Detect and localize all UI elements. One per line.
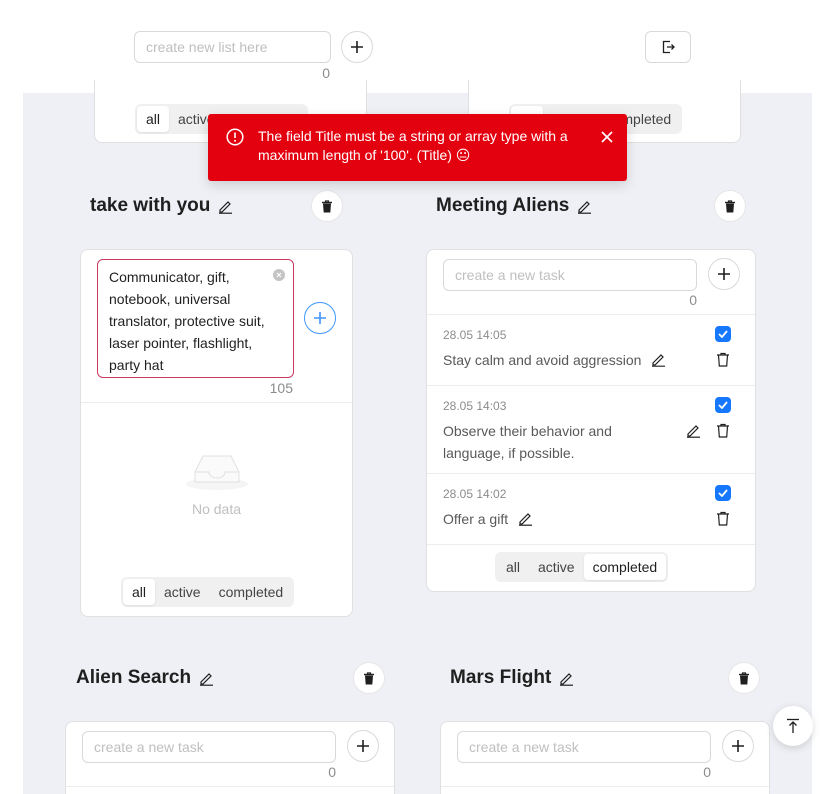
plus-icon bbox=[357, 740, 369, 752]
delete-list-button[interactable] bbox=[311, 190, 343, 222]
delete-list-button[interactable] bbox=[714, 190, 746, 222]
check-icon bbox=[718, 401, 728, 409]
add-list-button[interactable] bbox=[341, 31, 373, 63]
list-title: Meeting Aliens bbox=[436, 195, 592, 217]
list-title-text: Alien Search bbox=[76, 667, 192, 688]
list-title-text: take with you bbox=[90, 195, 211, 216]
edit-title-icon[interactable] bbox=[559, 671, 574, 686]
plus-icon bbox=[351, 41, 363, 53]
task-char-count: 0 bbox=[703, 764, 711, 780]
edit-title-icon[interactable] bbox=[199, 671, 214, 686]
add-task-button[interactable] bbox=[347, 730, 379, 762]
new-list-char-count: 0 bbox=[322, 65, 330, 81]
exclamation-circle-icon bbox=[226, 128, 244, 151]
trash-icon bbox=[364, 671, 374, 684]
filter-segment: all active completed bbox=[121, 577, 295, 607]
error-toast: The field Title must be a string or arra… bbox=[208, 114, 627, 181]
task-date: 28.05 14:03 bbox=[443, 399, 507, 413]
check-icon bbox=[718, 330, 728, 338]
back-to-top-button[interactable] bbox=[773, 706, 813, 746]
add-task-button[interactable] bbox=[304, 302, 336, 334]
filter-all[interactable]: all bbox=[123, 579, 156, 605]
trash-icon bbox=[725, 199, 735, 212]
delete-task-icon[interactable] bbox=[716, 511, 730, 526]
task-text: Offer a gift bbox=[443, 508, 533, 530]
delete-task-icon[interactable] bbox=[716, 352, 730, 367]
task-done-checkbox[interactable] bbox=[715, 485, 731, 501]
logout-button[interactable] bbox=[645, 31, 691, 63]
task-date: 28.05 14:05 bbox=[443, 328, 507, 342]
divider bbox=[427, 314, 755, 315]
filter-active[interactable]: active bbox=[529, 554, 584, 580]
add-task-button[interactable] bbox=[722, 730, 754, 762]
edit-task-icon[interactable] bbox=[651, 352, 666, 367]
trash-icon bbox=[739, 671, 749, 684]
plus-icon bbox=[732, 740, 744, 752]
divider bbox=[427, 544, 755, 545]
filter-segment: all active completed bbox=[495, 552, 669, 582]
toast-message: The field Title must be a string or arra… bbox=[258, 128, 568, 163]
list-title: Mars Flight bbox=[450, 667, 574, 689]
delete-list-button[interactable] bbox=[728, 662, 760, 694]
clear-input-icon[interactable] bbox=[273, 269, 285, 281]
new-task-input[interactable] bbox=[82, 731, 336, 763]
check-icon bbox=[718, 489, 728, 497]
task-text: Stay calm and avoid aggression bbox=[443, 349, 666, 371]
list-title: Alien Search bbox=[76, 667, 214, 689]
task-char-count: 0 bbox=[328, 764, 336, 780]
task-date: 28.05 14:02 bbox=[443, 487, 507, 501]
edit-title-icon[interactable] bbox=[577, 199, 592, 214]
plus-icon bbox=[718, 268, 730, 280]
task-char-count: 0 bbox=[689, 292, 697, 308]
empty-text: No data bbox=[191, 501, 242, 517]
new-list-input[interactable] bbox=[134, 31, 331, 63]
plus-icon bbox=[314, 312, 326, 324]
filter-all[interactable]: all bbox=[137, 106, 170, 132]
logout-icon bbox=[662, 40, 675, 54]
divider bbox=[66, 786, 394, 787]
list-title-text: Meeting Aliens bbox=[436, 195, 570, 216]
new-task-input[interactable] bbox=[443, 259, 697, 291]
delete-task-icon[interactable] bbox=[716, 423, 730, 438]
new-task-input[interactable] bbox=[457, 731, 711, 763]
vertical-align-top-icon bbox=[787, 718, 799, 733]
task-done-checkbox[interactable] bbox=[715, 397, 731, 413]
list-card-alien-search: 0 bbox=[65, 721, 395, 794]
filter-all[interactable]: all bbox=[497, 554, 529, 580]
delete-list-button[interactable] bbox=[353, 662, 385, 694]
divider bbox=[427, 385, 755, 386]
add-task-button[interactable] bbox=[708, 258, 740, 290]
filter-completed[interactable]: completed bbox=[583, 554, 667, 580]
task-text: Observe their behavior and language, if … bbox=[443, 423, 612, 461]
new-task-textarea[interactable]: Communicator, gift, notebook, universal … bbox=[97, 259, 294, 378]
divider bbox=[441, 786, 769, 787]
divider bbox=[81, 402, 352, 403]
list-card-mars-flight: 0 bbox=[440, 721, 770, 794]
divider bbox=[427, 473, 755, 474]
list-title-text: Mars Flight bbox=[450, 667, 552, 688]
trash-icon bbox=[322, 199, 332, 212]
filter-completed[interactable]: completed bbox=[210, 579, 293, 605]
task-done-checkbox[interactable] bbox=[715, 326, 731, 342]
list-card-meeting-aliens: 0 28.05 14:05 Stay calm and avoid aggres… bbox=[426, 249, 756, 592]
edit-task-icon[interactable] bbox=[518, 511, 533, 526]
close-icon[interactable] bbox=[601, 129, 613, 148]
list-title: take with you bbox=[90, 195, 233, 217]
filter-active[interactable]: active bbox=[155, 579, 210, 605]
edit-task-icon[interactable] bbox=[686, 423, 701, 438]
edit-title-icon[interactable] bbox=[218, 199, 233, 214]
task-char-count: 105 bbox=[269, 380, 293, 396]
empty-inbox-icon bbox=[185, 450, 249, 497]
